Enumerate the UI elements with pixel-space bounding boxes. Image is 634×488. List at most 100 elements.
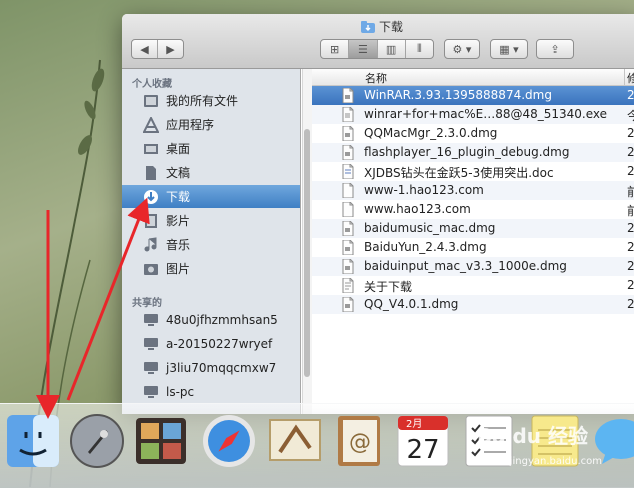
file-row[interactable]: QQMacMgr_2.3.0.dmg 2 [312, 124, 634, 143]
sidebar-item-label: 文稿 [166, 166, 191, 180]
computer-icon [142, 360, 160, 376]
arrange-menu-button[interactable]: ▦ ▾ [490, 39, 528, 59]
file-row[interactable]: XJDBS钻头在金跃5-3使用突出.doc 2 [312, 162, 634, 181]
icon-view-button[interactable]: ⊞ [321, 40, 350, 58]
file-name: 关于下载 [364, 280, 413, 294]
gear-icon: ⚙ ▾ [452, 42, 472, 56]
file-name: QQ_V4.0.1.dmg [364, 297, 459, 311]
sidebar-item-label: 音乐 [166, 238, 191, 252]
exe-file-icon [342, 106, 354, 123]
svg-text:@: @ [349, 430, 371, 455]
applications-icon [142, 116, 160, 133]
file-name: winrar+for+mac%E…88@48_51340.exe [364, 107, 608, 121]
file-name: baiduinput_mac_v3.3_1000e.dmg [364, 259, 567, 273]
column-view-button[interactable]: ▥ [378, 40, 406, 58]
file-row[interactable]: www.hao123.com 前 [312, 200, 634, 219]
watermark-logo: Baidu 经验 [476, 424, 588, 448]
downloads-icon [142, 189, 160, 205]
file-row[interactable]: winrar+for+mac%E…88@48_51340.exe 今 [312, 105, 634, 124]
view-switcher: ⊞ ☰ ▥ ⦀ [320, 39, 434, 59]
column-name-header[interactable]: 名称 [365, 70, 387, 86]
sidebar-item-documents[interactable]: 文稿 [122, 161, 300, 184]
svg-text:27: 27 [406, 435, 439, 465]
dmg-file-icon [342, 296, 354, 313]
photo-booth-icon[interactable] [132, 412, 190, 470]
sidebar-item-all-files[interactable]: 我的所有文件 [122, 89, 300, 112]
file-date: 2 [627, 297, 634, 311]
sidebar-item-label: a-20150227wryef [166, 336, 273, 351]
file-date: 前 [627, 185, 634, 199]
arrange-icon: ▦ ▾ [499, 42, 519, 56]
file-name: baidumusic_mac.dmg [364, 221, 496, 235]
computer-icon [142, 336, 160, 352]
sidebar-item-pictures[interactable]: 图片 [122, 257, 300, 280]
dmg-file-icon [342, 125, 354, 142]
sidebar-item-shared-computer[interactable]: ls-pc [122, 380, 300, 403]
forward-button[interactable]: ▶ [158, 40, 183, 58]
file-row[interactable]: www-1.hao123.com 前 [312, 181, 634, 200]
pictures-icon [142, 261, 160, 277]
contacts-icon[interactable]: @ [330, 412, 388, 470]
coverflow-view-button[interactable]: ⦀ [406, 40, 433, 58]
sidebar-item-label: j3liu70mqqcmxw7 [166, 360, 277, 375]
file-date: 2 [627, 126, 634, 140]
file-date: 2 [627, 221, 634, 235]
column-divider[interactable] [624, 69, 625, 85]
favorites-heading: 个人收藏 [132, 79, 172, 90]
file-row[interactable]: BaiduYun_2.4.3.dmg 2 [312, 238, 634, 257]
sidebar-item-label: 图片 [166, 262, 191, 276]
share-icon: ⇪ [550, 42, 560, 56]
computer-icon [142, 384, 160, 400]
file-row[interactable]: QQ_V4.0.1.dmg 2 [312, 295, 634, 314]
sidebar-item-label: 应用程序 [166, 118, 215, 132]
svg-text:2月: 2月 [406, 418, 422, 430]
column-date-header[interactable]: 修 [627, 70, 634, 86]
list-view-button[interactable]: ☰ [349, 40, 378, 58]
nav-back-forward: ◀ ▶ [131, 39, 184, 59]
file-date: 2 [627, 278, 634, 292]
safari-icon[interactable] [200, 412, 258, 470]
file-row[interactable]: baiduinput_mac_v3.3_1000e.dmg 2 [312, 257, 634, 276]
dmg-file-icon [342, 144, 354, 161]
file-row[interactable]: flashplayer_16_plugin_debug.dmg 2 [312, 143, 634, 162]
music-icon [142, 236, 160, 253]
action-menu-button[interactable]: ⚙ ▾ [444, 39, 480, 59]
finder-icon[interactable] [4, 412, 62, 470]
sidebar-item-applications[interactable]: 应用程序 [122, 113, 300, 136]
sidebar-item-label: 影片 [166, 214, 191, 228]
sidebar-scrollbar[interactable] [302, 69, 312, 414]
sidebar-item-shared-computer[interactable]: a-20150227wryef [122, 332, 300, 355]
file-date: 2 [627, 88, 634, 102]
sidebar-scroll-thumb[interactable] [304, 129, 310, 377]
calendar-icon[interactable]: 2月 27 [394, 412, 452, 470]
sidebar-item-label: 我的所有文件 [166, 94, 239, 108]
toolbar: 下载 ◀ ▶ ⊞ ☰ ▥ ⦀ ⚙ ▾ ▦ ▾ ⇪ [122, 14, 634, 69]
sidebar-item-label: 桌面 [166, 142, 191, 156]
dmg-file-icon [342, 239, 354, 256]
file-row[interactable]: WinRAR.3.93.1395888874.dmg 2 [312, 86, 634, 105]
file-name: QQMacMgr_2.3.0.dmg [364, 126, 498, 140]
file-row[interactable]: baidumusic_mac.dmg 2 [312, 219, 634, 238]
dmg-file-icon [342, 258, 354, 275]
file-row[interactable]: 关于下载 2 [312, 276, 634, 295]
sidebar-item-shared-computer[interactable]: j3liu70mqqcmxw7 [122, 356, 300, 379]
sidebar-item-downloads[interactable]: 下载 [122, 185, 300, 208]
movies-icon [142, 213, 160, 229]
file-date: 今 [627, 109, 634, 123]
dmg-file-icon [342, 220, 354, 237]
sidebar-item-music[interactable]: 音乐 [122, 233, 300, 256]
file-name: XJDBS钻头在金跃5-3使用突出.doc [364, 166, 554, 180]
sidebar-item-label: 48u0jfhzmmhsan5 [166, 312, 278, 327]
mail-icon[interactable] [266, 412, 324, 470]
sidebar-item-label: 下载 [166, 190, 191, 204]
file-list: 名称 修 WinRAR.3.93.1395888874.dmg 2 winrar+f… [312, 69, 634, 414]
sidebar-item-movies[interactable]: 影片 [122, 209, 300, 232]
desktop-icon [142, 141, 160, 157]
sidebar-item-desktop[interactable]: 桌面 [122, 137, 300, 160]
sidebar-item-shared-computer[interactable]: 48u0jfhzmmhsan5 [122, 308, 300, 331]
launchpad-icon[interactable] [68, 412, 126, 470]
text-file-icon [342, 277, 354, 294]
file-date: 2 [627, 164, 634, 178]
back-button[interactable]: ◀ [132, 40, 158, 58]
share-button[interactable]: ⇪ [536, 39, 574, 59]
